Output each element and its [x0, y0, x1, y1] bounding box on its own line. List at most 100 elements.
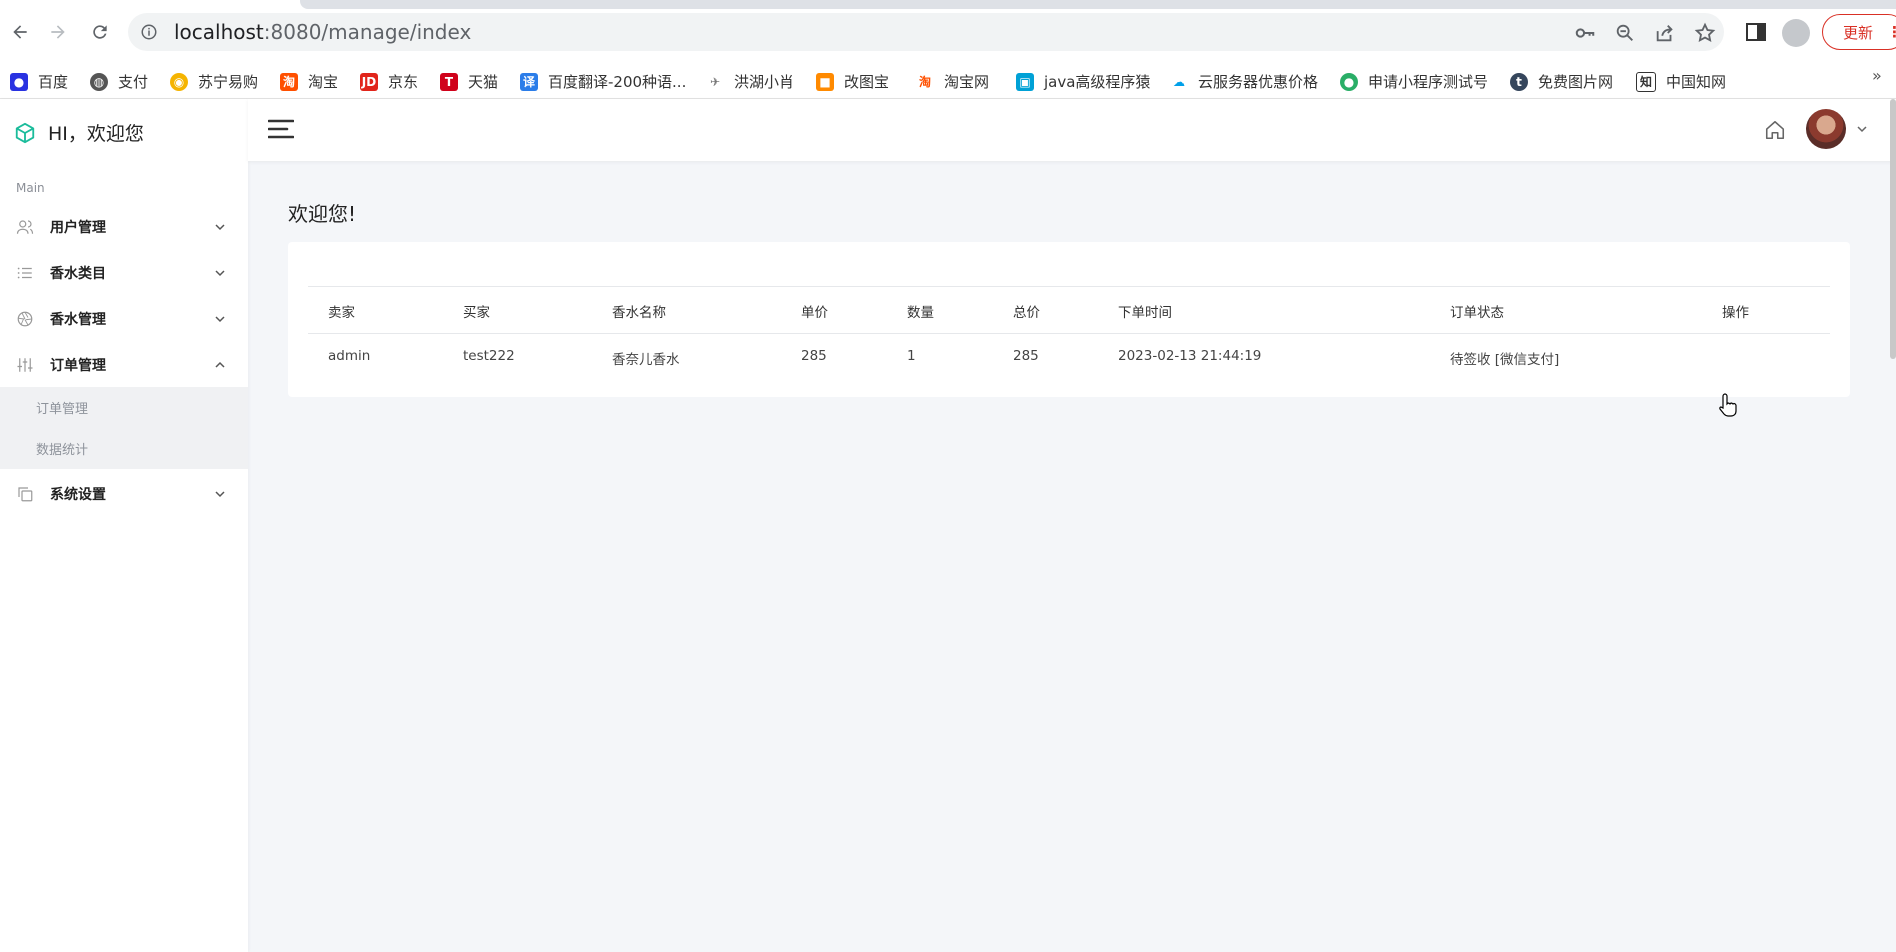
key-icon[interactable] — [1574, 22, 1596, 44]
bookmark-item[interactable]: ✈ 洪湖小肖 — [706, 71, 794, 92]
column-header: 卖家 — [328, 305, 355, 321]
orders-submenu: 订单管理 数据统计 — [0, 387, 248, 469]
url-host: localhost — [174, 20, 264, 44]
app-header — [248, 99, 1896, 161]
sidebar-item-label: 用户管理 — [50, 220, 106, 236]
reload-icon — [93, 25, 107, 39]
table-row[interactable]: admin test222 香奈儿香水 285 1 285 2023-02-13… — [308, 333, 1830, 380]
hamburger-menu-icon[interactable] — [268, 118, 294, 140]
address-bar[interactable]: localhost:8080/manage/index — [128, 13, 1724, 51]
home-icon[interactable] — [1764, 119, 1786, 141]
translate-icon: 译 — [520, 72, 538, 91]
tmall-icon: T — [440, 72, 458, 91]
baidu-icon: ● — [10, 72, 28, 91]
column-header: 操作 — [1722, 305, 1749, 321]
list-icon — [17, 267, 32, 279]
bookmark-item[interactable]: t 免费图片网 — [1510, 71, 1613, 92]
bookmark-label: 百度 — [38, 73, 69, 91]
update-button[interactable]: 更新 ⋮ — [1822, 14, 1896, 50]
bookmark-item[interactable]: ■ 改图宝 — [816, 71, 889, 92]
tab-strip — [300, 0, 1896, 9]
column-header: 买家 — [463, 305, 490, 321]
bookmark-item[interactable]: ◍ 支付 — [90, 71, 148, 92]
bookmark-item[interactable]: ◉ 苏宁易购 — [170, 71, 258, 92]
tumblr-icon: t — [1510, 72, 1528, 91]
bookmark-label: 百度翻译-200种语... — [548, 73, 687, 91]
bird-icon: ✈ — [706, 72, 724, 91]
sidebar-item-label: 香水类目 — [50, 266, 106, 282]
table-cell-unit-price: 285 — [801, 348, 827, 364]
more-bookmarks-icon[interactable]: » — [1872, 66, 1882, 85]
bookmark-item[interactable]: JD 京东 — [360, 71, 418, 92]
bookmark-item[interactable]: ▣ java高级程序猿 — [1016, 71, 1150, 92]
info-icon[interactable] — [140, 23, 158, 41]
bookmark-star-icon[interactable] — [1694, 22, 1716, 44]
bookmark-label: 苏宁易购 — [198, 73, 259, 91]
table-cell-quantity: 1 — [907, 348, 916, 364]
sidebar-item-perfumes[interactable]: 香水管理 — [0, 299, 248, 339]
bookmark-label: 中国知网 — [1666, 73, 1727, 91]
bookmark-item[interactable]: T 天猫 — [440, 71, 498, 92]
page-scrollbar[interactable] — [1890, 99, 1896, 359]
table-cell-total: 285 — [1013, 348, 1039, 364]
gaitubao-icon: ■ — [816, 72, 834, 91]
wechat-icon: ● — [1340, 72, 1358, 91]
bookmark-item[interactable]: 淘淘宝网 — [916, 71, 989, 92]
column-header: 订单状态 — [1450, 305, 1504, 321]
chevron-up-icon — [215, 361, 225, 368]
column-header: 下单时间 — [1118, 305, 1172, 321]
sidebar-item-label: 订单管理 — [50, 358, 106, 374]
table-header-row: 卖家 买家 香水名称 单价 数量 总价 下单时间 订单状态 操作 — [308, 286, 1830, 333]
copy-icon — [18, 487, 33, 502]
browser-toolbar: localhost:8080/manage/index 更新 ⋮ — [0, 0, 1896, 64]
bookmark-item[interactable]: ● 申请小程序测试号 — [1340, 71, 1488, 92]
cloud-icon: ☁ — [1170, 72, 1188, 91]
orders-card: 卖家 买家 香水名称 单价 数量 总价 下单时间 订单状态 操作 admin t… — [288, 242, 1850, 397]
user-avatar[interactable] — [1806, 109, 1846, 149]
sidebar-item-label: 系统设置 — [50, 487, 106, 503]
bookmark-label: java高级程序猿 — [1044, 73, 1151, 91]
chevron-down-icon[interactable] — [1856, 123, 1868, 135]
zoom-icon[interactable] — [1614, 22, 1636, 44]
share-icon[interactable] — [1654, 22, 1676, 44]
chevron-down-icon — [215, 224, 225, 231]
bookmark-item[interactable]: ● 百度 — [10, 71, 68, 92]
bookmark-label: 改图宝 — [844, 73, 890, 91]
sidebar-item-categories[interactable]: 香水类目 — [0, 253, 248, 293]
bookmark-label: 京东 — [388, 73, 419, 91]
reload-button[interactable] — [84, 16, 116, 48]
sidebar-item-settings[interactable]: 系统设置 — [0, 474, 248, 514]
chevron-down-icon — [215, 491, 225, 498]
submenu-item-order-management[interactable]: 订单管理 — [36, 398, 88, 417]
bookmark-label: 申请小程序测试号 — [1368, 73, 1489, 91]
jd-icon: JD — [360, 72, 378, 91]
bookmark-label: 云服务器优惠价格 — [1198, 73, 1319, 91]
bookmark-item[interactable]: ☁ 云服务器优惠价格 — [1170, 71, 1318, 92]
submenu-item-statistics[interactable]: 数据统计 — [36, 439, 88, 458]
forward-button[interactable] — [42, 16, 74, 48]
table-cell-status: 待签收 [微信支付] — [1450, 352, 1560, 368]
sidebar-item-users[interactable]: 用户管理 — [0, 207, 248, 247]
profile-icon[interactable] — [1782, 19, 1810, 47]
bookmark-label: 天猫 — [468, 73, 499, 91]
side-panel-icon[interactable] — [1744, 20, 1768, 44]
sidebar-item-label: 香水管理 — [50, 312, 106, 328]
column-header: 单价 — [801, 305, 828, 321]
bookmark-label: 支付 — [118, 73, 149, 91]
sidebar-item-orders[interactable]: 订单管理 — [0, 345, 248, 385]
back-button[interactable] — [4, 16, 36, 48]
brand-text: HI，欢迎您 — [48, 123, 144, 145]
column-header: 数量 — [907, 305, 934, 321]
bookmark-item[interactable]: 淘淘宝 — [280, 71, 338, 92]
bookmark-label: 免费图片网 — [1538, 73, 1614, 91]
cnki-icon: 知 — [1636, 71, 1656, 92]
taobao-icon: 淘 — [280, 72, 298, 91]
sliders-icon — [17, 358, 33, 372]
page-title: 欢迎您! — [288, 202, 357, 226]
bookmark-label: 洪湖小肖 — [734, 73, 795, 91]
bookmark-item[interactable]: 知中国知网 — [1636, 71, 1726, 92]
bookmark-item[interactable]: 译百度翻译-200种语... — [520, 71, 686, 92]
forward-arrow-icon — [51, 25, 65, 39]
sidebar: HI，欢迎您 Main 用户管理 香水类目 香水管理 订单管理 订单管理 数据统… — [0, 99, 248, 952]
globe-icon: ◍ — [90, 72, 108, 91]
